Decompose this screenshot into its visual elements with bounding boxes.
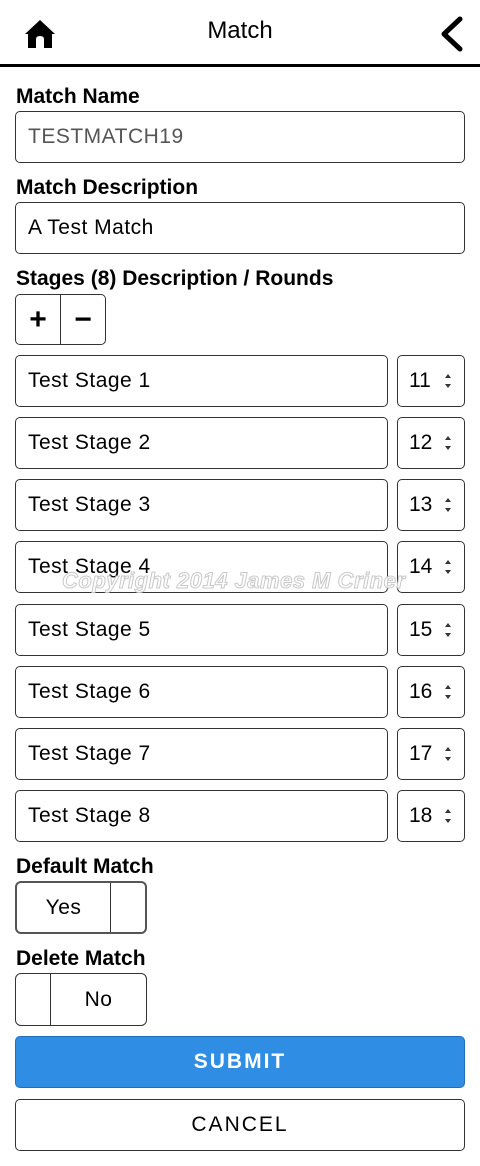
- stage-rounds-value: 15: [409, 618, 433, 641]
- stages-label: Stages (8) Description / Rounds: [16, 267, 334, 290]
- stage-description-input[interactable]: Test Stage 2: [15, 417, 388, 469]
- match-name-label: Match Name: [16, 85, 140, 108]
- spinner-arrows-icon[interactable]: [444, 433, 451, 453]
- stage-rounds-input[interactable]: 17: [397, 728, 465, 780]
- match-description-value: A Test Match: [28, 216, 154, 239]
- match-description-label: Match Description: [16, 176, 199, 199]
- spinner-arrows-icon[interactable]: [444, 806, 451, 826]
- match-name-value: TESTMATCH19: [28, 125, 184, 148]
- stage-description-input[interactable]: Test Stage 8: [15, 790, 388, 842]
- delete-match-value: No: [84, 987, 113, 1011]
- stage-description-value: Test Stage 6: [28, 680, 151, 703]
- stage-rounds-input[interactable]: 15: [397, 604, 465, 656]
- remove-stage-button[interactable]: −: [60, 295, 105, 344]
- submit-button[interactable]: SUBMIT: [15, 1036, 465, 1088]
- stage-description-value: Test Stage 5: [28, 618, 151, 641]
- stage-rounds-input[interactable]: 12: [397, 417, 465, 469]
- spinner-arrows-icon[interactable]: [444, 371, 451, 391]
- spinner-arrows-icon[interactable]: [444, 495, 451, 515]
- stage-rounds-value: 16: [409, 680, 433, 703]
- stage-rounds-value: 13: [409, 493, 433, 516]
- spinner-arrows-icon[interactable]: [444, 557, 451, 577]
- stage-rounds-input[interactable]: 18: [397, 790, 465, 842]
- stage-rounds-input[interactable]: 13: [397, 479, 465, 531]
- stage-description-input[interactable]: Test Stage 5: [15, 604, 388, 656]
- delete-match-label: Delete Match: [16, 947, 146, 970]
- stage-description-input[interactable]: Test Stage 6: [15, 666, 388, 718]
- spinner-arrows-icon[interactable]: [444, 620, 451, 640]
- stage-description-input[interactable]: Test Stage 7: [15, 728, 388, 780]
- add-stage-button[interactable]: +: [16, 295, 60, 344]
- stage-description-value: Test Stage 3: [28, 493, 151, 516]
- page-title: Match: [207, 17, 273, 44]
- stage-rounds-value: 14: [409, 555, 433, 578]
- delete-match-toggle[interactable]: No: [15, 973, 147, 1026]
- default-match-value: Yes: [45, 895, 82, 919]
- stage-rounds-input[interactable]: 16: [397, 666, 465, 718]
- stage-rounds-value: 11: [409, 369, 431, 392]
- spinner-arrows-icon[interactable]: [444, 744, 451, 764]
- default-match-toggle[interactable]: Yes: [15, 881, 147, 934]
- stage-description-value: Test Stage 2: [28, 431, 151, 454]
- stage-rounds-value: 18: [409, 804, 433, 827]
- copyright-watermark: Copyright 2014 James M Criner: [61, 568, 406, 594]
- stage-rounds-value: 17: [409, 742, 433, 765]
- cancel-button[interactable]: CANCEL: [15, 1099, 465, 1151]
- stage-description-value: Test Stage 8: [28, 804, 151, 827]
- stage-rounds-input[interactable]: 14: [397, 541, 465, 593]
- match-description-input[interactable]: A Test Match: [15, 202, 465, 254]
- stage-description-input[interactable]: Test Stage 1: [15, 355, 388, 407]
- stage-description-value: Test Stage 7: [28, 742, 151, 765]
- stage-rounds-value: 12: [409, 431, 433, 454]
- default-match-label: Default Match: [16, 855, 154, 878]
- spinner-arrows-icon[interactable]: [444, 682, 451, 702]
- stage-description-input[interactable]: Test Stage 3: [15, 479, 388, 531]
- stage-rounds-input[interactable]: 11: [397, 355, 465, 407]
- toggle-knob: [16, 974, 51, 1025]
- stage-count-control: + −: [15, 294, 106, 345]
- chevron-left-icon[interactable]: [438, 16, 464, 52]
- toggle-knob: [110, 883, 145, 932]
- stage-description-value: Test Stage 1: [28, 369, 151, 392]
- match-name-input[interactable]: TESTMATCH19: [15, 111, 465, 163]
- header-bar: Match: [0, 0, 480, 67]
